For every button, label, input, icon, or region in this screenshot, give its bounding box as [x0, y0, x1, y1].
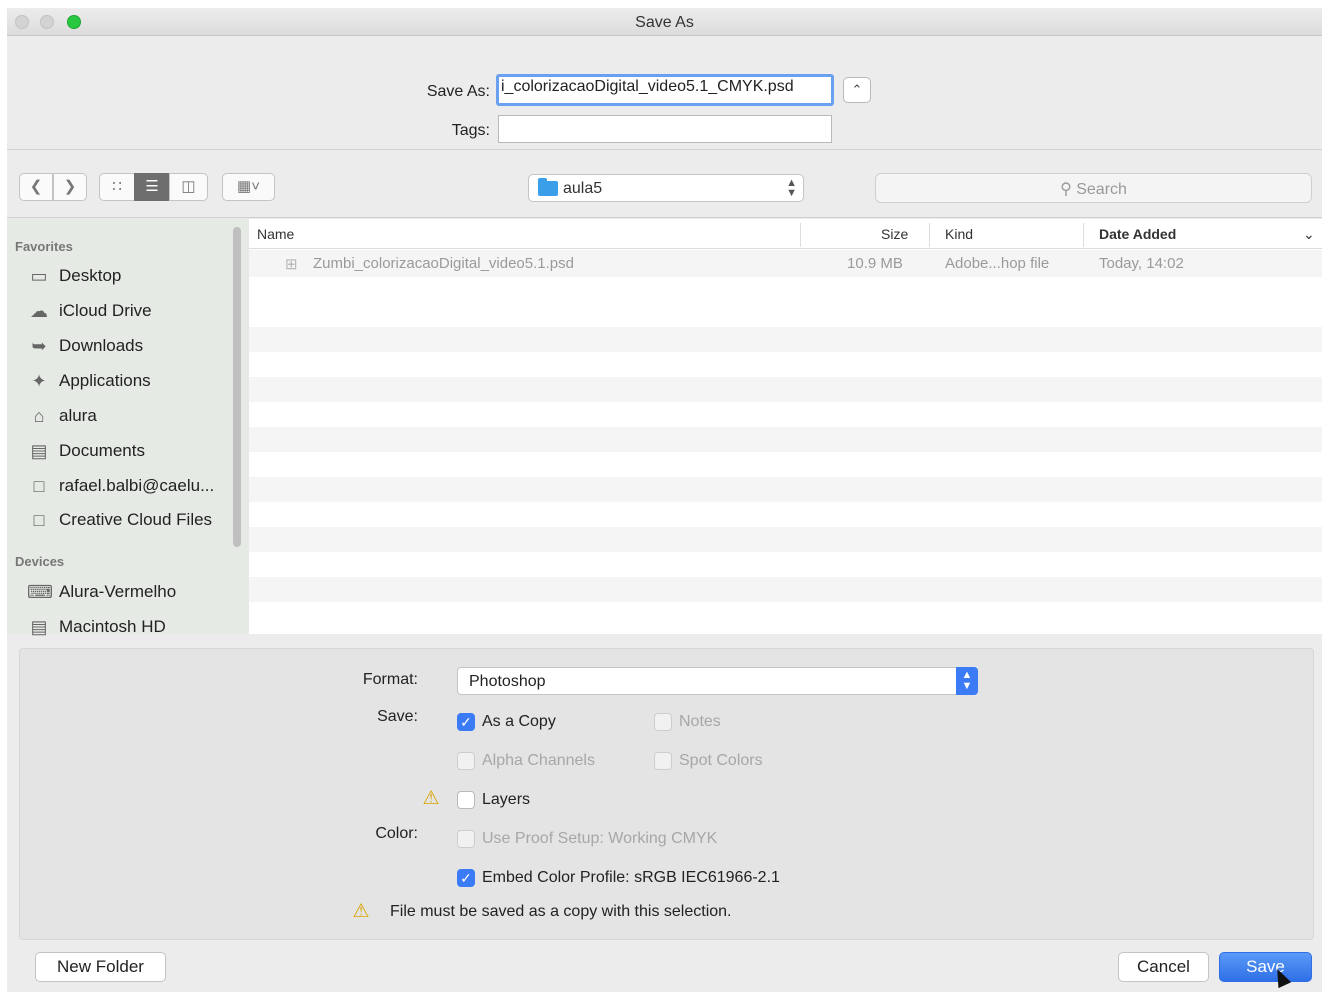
location-label: aula5	[563, 180, 603, 197]
folder-icon: □	[33, 476, 45, 496]
icon-view-button[interactable]: ∷	[99, 173, 135, 201]
search-icon: ⚲	[1060, 181, 1072, 198]
updown-chevron-icon: ▲ ▼	[786, 177, 797, 199]
save-options-label: Save:	[377, 708, 418, 725]
file-list: Name Size Kind Date Added ⌄ ⊞ Zumbi_colo…	[249, 219, 1322, 634]
search-field[interactable]: ⚲ Search	[875, 173, 1312, 203]
column-header-name[interactable]: Name	[257, 226, 294, 242]
tags-input[interactable]	[498, 115, 832, 143]
list-view-button[interactable]: ☰	[134, 173, 170, 201]
tags-label: Tags:	[451, 122, 490, 139]
title-bar: Save As	[7, 8, 1322, 36]
folder-icon: □	[33, 510, 45, 530]
folder-icon	[538, 178, 558, 196]
checkmark-icon: ✓	[457, 869, 475, 887]
column-view-button[interactable]: ◫	[169, 173, 208, 201]
icon-view-icon: ∷	[112, 178, 122, 195]
save-as-header: Save As: i_colorizacaoDigital_video5.1_C…	[7, 36, 1322, 150]
expand-dialog-button[interactable]: ⌃	[843, 77, 871, 103]
back-button[interactable]: ❮	[19, 173, 53, 201]
devices-header: Devices	[15, 554, 65, 569]
file-kind: Adobe...hop file	[945, 255, 1050, 272]
group-grid-icon: ▦˅	[237, 178, 260, 195]
save-as-dialog: Save As Save As: i_colorizacaoDigital_vi…	[7, 8, 1322, 992]
chevron-left-icon: ❮	[29, 178, 43, 195]
sort-chevron-icon: ⌄	[1303, 226, 1315, 242]
list-view-icon: ☰	[145, 178, 159, 195]
hard-drive-icon: ▤	[30, 617, 48, 637]
format-value: Photoshop	[469, 673, 546, 690]
location-popup[interactable]: aula5 ▲ ▼	[528, 174, 804, 202]
chevron-up-icon: ⌃	[851, 82, 863, 97]
group-by-button[interactable]: ▦˅	[222, 173, 275, 201]
cloud-icon: ☁	[30, 301, 48, 321]
cancel-button[interactable]: Cancel	[1118, 952, 1209, 982]
table-row[interactable]: ⊞ Zumbi_colorizacaoDigital_video5.1.psd …	[249, 250, 1322, 277]
save-as-label: Save As:	[426, 83, 490, 100]
download-icon: ➥	[31, 336, 47, 356]
filename-input[interactable]: i_colorizacaoDigital_video5.1_CMYK.psd	[496, 74, 834, 106]
home-icon: ⌂	[33, 406, 45, 426]
warning-icon: ⚠	[422, 788, 440, 809]
format-options-panel: Format: Photoshop ▲ ▼ Save: ✓ As a Copy N…	[19, 648, 1314, 940]
column-header-row: Name Size Kind Date Added ⌄	[249, 219, 1322, 249]
chevron-right-icon: ❯	[63, 178, 77, 195]
column-view-icon: ◫	[181, 178, 196, 195]
window-title: Save As	[635, 14, 694, 31]
column-header-date-added[interactable]: Date Added	[1099, 226, 1176, 242]
copy-warning-text: File must be saved as a copy with this s…	[390, 903, 732, 920]
documents-icon: ▤	[30, 441, 48, 461]
file-size: 10.9 MB	[847, 255, 903, 272]
file-name: Zumbi_colorizacaoDigital_video5.1.psd	[313, 255, 574, 272]
favorites-header: Favorites	[15, 239, 73, 254]
forward-button[interactable]: ❯	[53, 173, 87, 201]
warning-icon: ⚠	[352, 901, 370, 922]
new-folder-button[interactable]: New Folder	[35, 952, 166, 982]
browser-toolbar: ❮ ❯ ∷ ☰ ◫ ▦˅ aula5 ▲ ▼ ⚲ Search	[7, 150, 1322, 218]
search-placeholder: Search	[1076, 181, 1127, 198]
applications-icon: ✦	[31, 371, 47, 391]
column-header-size[interactable]: Size	[881, 226, 908, 242]
network-drive-icon: ⌨	[27, 582, 53, 602]
color-label: Color:	[375, 825, 418, 842]
psd-file-icon: ⊞	[285, 256, 298, 273]
column-header-kind[interactable]: Kind	[945, 226, 973, 242]
format-select[interactable]: Photoshop ▲ ▼	[457, 667, 978, 695]
desktop-icon: ▭	[30, 266, 48, 286]
save-button[interactable]: Save	[1219, 952, 1312, 982]
file-date-added: Today, 14:02	[1099, 255, 1184, 272]
format-label: Format:	[362, 671, 418, 688]
checkmark-icon: ✓	[457, 713, 475, 731]
sidebar: Favorites ▭ Desktop ☁ iCloud Drive ➥ Dow…	[7, 219, 249, 637]
sidebar-scrollbar[interactable]	[233, 227, 241, 547]
updown-chevron-icon: ▲ ▼	[956, 667, 978, 695]
